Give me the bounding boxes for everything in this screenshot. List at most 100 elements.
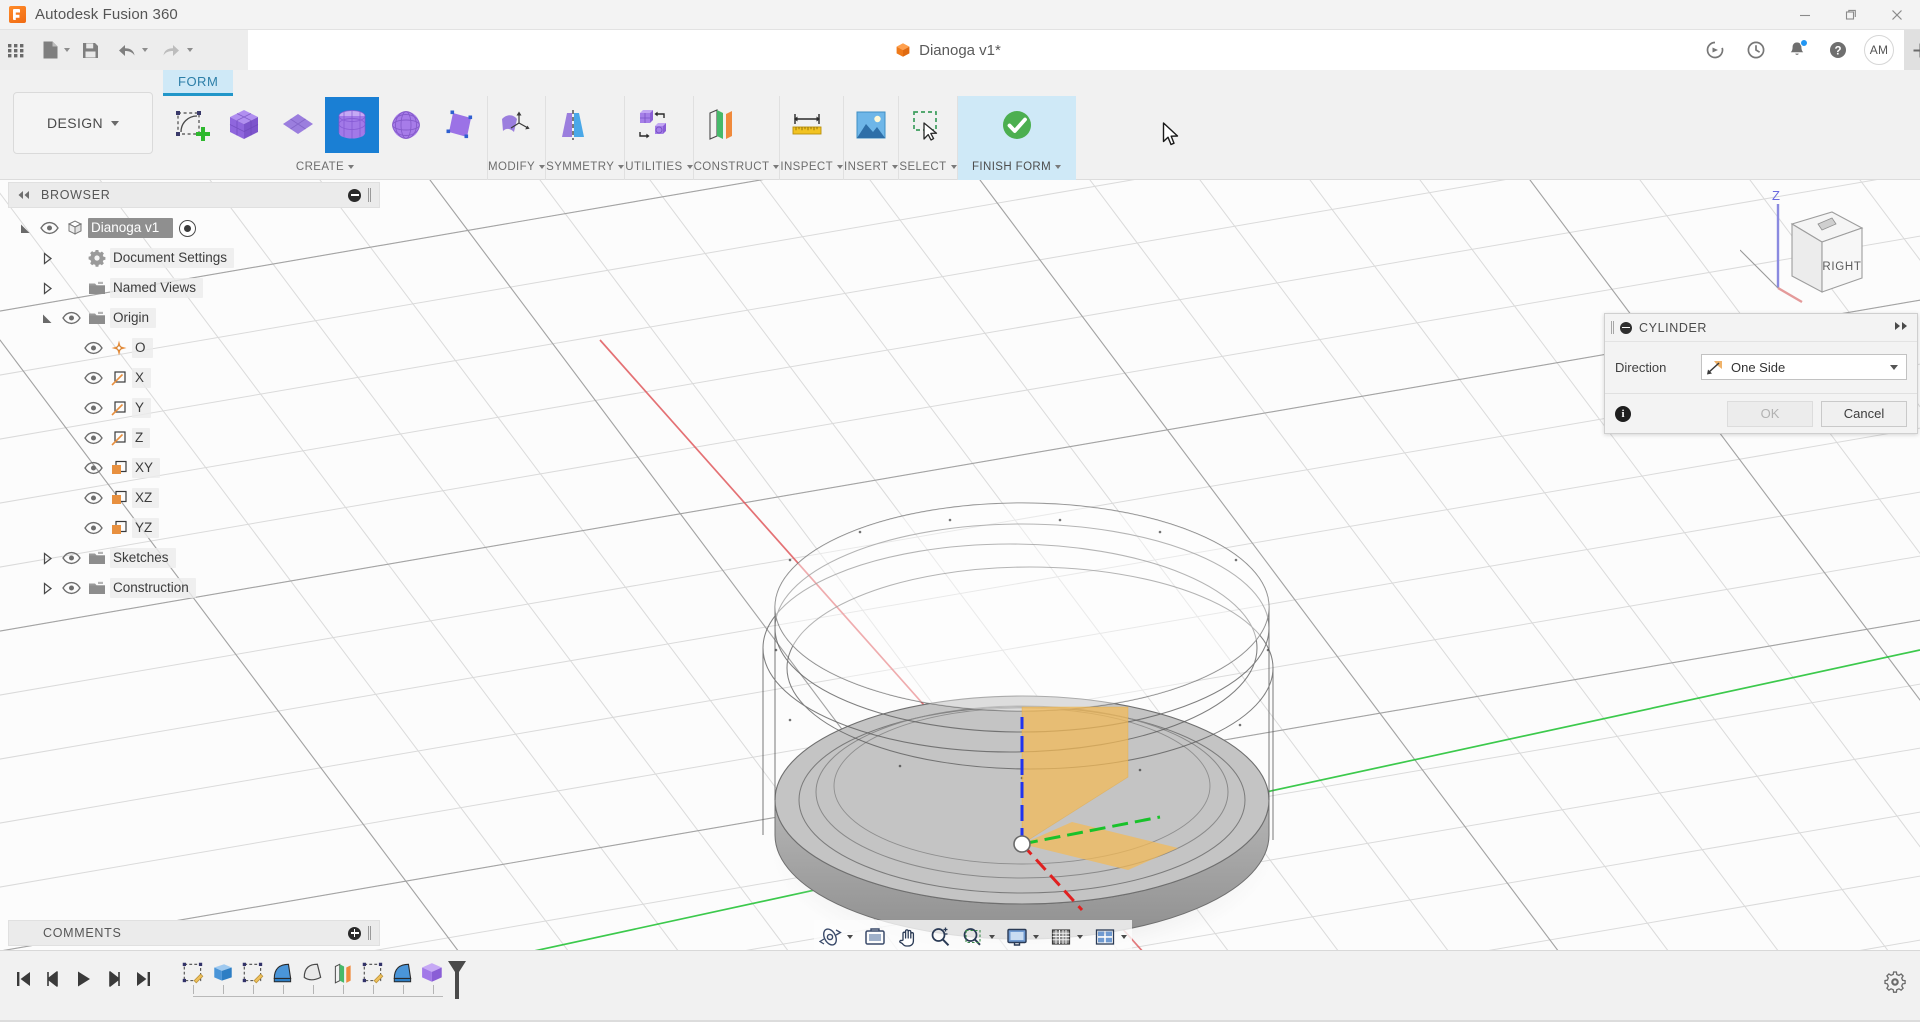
step-back-button[interactable] (38, 963, 68, 995)
redo-arrow-icon[interactable] (152, 30, 197, 70)
add-comment-icon[interactable] (348, 926, 361, 940)
tree-item-sketches[interactable]: Sketches (8, 543, 380, 573)
plane-icon[interactable] (271, 97, 325, 153)
tree-item-named-views[interactable]: Named Views (8, 273, 380, 303)
panel-insert-label[interactable]: INSERT (844, 154, 899, 180)
select-window-icon[interactable] (899, 97, 953, 153)
utilities-convert-icon[interactable] (625, 97, 679, 153)
workspace-selector[interactable]: DESIGN (13, 92, 153, 154)
symmetry-mirror-icon[interactable] (546, 97, 600, 153)
panel-modify-label[interactable]: MODIFY (488, 154, 546, 180)
timeline-feature-sketch-3[interactable] (358, 961, 388, 994)
panel-inspect-label[interactable]: INSPECT (780, 154, 844, 180)
timeline-end-marker[interactable] (444, 959, 470, 1006)
tree-item-document-settings[interactable]: Document Settings (8, 243, 380, 273)
dialog-drag-grip[interactable] (1611, 321, 1614, 334)
notifications-icon[interactable] (1776, 30, 1817, 70)
jump-to-start-button[interactable] (8, 963, 38, 995)
chevron-right-icon[interactable] (36, 251, 58, 265)
help-icon[interactable]: ? (1817, 30, 1858, 70)
grid-apps-icon[interactable] (0, 30, 33, 70)
look-at-icon[interactable] (858, 920, 892, 954)
orbit-icon[interactable] (814, 920, 858, 954)
tab-form[interactable]: FORM (163, 70, 234, 96)
tree-item-yz[interactable]: YZ (8, 513, 380, 543)
ok-button[interactable]: OK (1727, 400, 1813, 427)
panel-resize-grip[interactable] (368, 926, 371, 940)
construct-plane-icon[interactable] (694, 97, 748, 153)
timeline-feature-sketch-2[interactable] (238, 961, 268, 994)
eye-icon[interactable] (80, 401, 106, 415)
tree-item-construction[interactable]: Construction (8, 573, 380, 603)
eye-icon[interactable] (36, 221, 62, 235)
panel-symmetry-label[interactable]: SYMMETRY (546, 154, 625, 180)
close-icon[interactable] (1874, 0, 1920, 30)
minimize-circle-icon[interactable] (1620, 321, 1632, 334)
tree-item-origin[interactable]: Origin (8, 303, 380, 333)
edit-form-icon[interactable] (488, 97, 542, 153)
maximize-icon[interactable] (1828, 0, 1874, 30)
play-button[interactable] (68, 963, 98, 995)
tree-item-z[interactable]: Z (8, 423, 380, 453)
expand-right-icon[interactable] (1893, 321, 1911, 334)
create-form-icon[interactable] (163, 97, 217, 153)
chevron-right-icon[interactable] (36, 551, 58, 565)
avatar[interactable]: AM (1864, 35, 1894, 65)
eye-icon[interactable] (58, 311, 84, 325)
chevron-right-icon[interactable] (36, 581, 58, 595)
cylinder-icon[interactable] (325, 97, 379, 153)
eye-icon[interactable] (80, 341, 106, 355)
timeline-feature-extrude[interactable] (208, 961, 238, 994)
step-forward-button[interactable] (98, 963, 128, 995)
eye-icon[interactable] (58, 581, 84, 595)
jump-to-end-button[interactable] (128, 963, 158, 995)
document-tab[interactable]: Dianoga v1* (248, 30, 1648, 70)
insert-image-icon[interactable] (844, 97, 898, 153)
file-icon[interactable] (33, 30, 74, 70)
tree-item-y[interactable]: Y (8, 393, 380, 423)
eye-icon[interactable] (80, 371, 106, 385)
job-status-icon[interactable] (1694, 30, 1735, 70)
sphere-icon[interactable] (379, 97, 433, 153)
timeline-feature-fillet-2[interactable] (388, 961, 418, 994)
pan-hand-icon[interactable] (892, 920, 924, 954)
comments-panel[interactable]: COMMENTS (8, 920, 380, 946)
collapse-left-icon[interactable] (13, 190, 35, 200)
panel-select-label[interactable]: SELECT (899, 154, 957, 180)
panel-utilities-label[interactable]: UTILITIES (625, 154, 693, 180)
eye-icon[interactable] (80, 491, 106, 505)
eye-icon[interactable] (80, 431, 106, 445)
timeline-feature-sketch[interactable] (178, 961, 208, 994)
tree-item-xy[interactable]: XY (8, 453, 380, 483)
panel-finish-form-label[interactable]: FINISH FORM (957, 154, 1076, 180)
chevron-down-icon[interactable] (14, 222, 36, 235)
green-check-icon[interactable] (957, 97, 1076, 153)
display-settings-icon[interactable] (1000, 920, 1044, 954)
fit-zoom-window-icon[interactable] (956, 920, 1000, 954)
tree-item-dianoga-v1[interactable]: Dianoga v1 (8, 213, 380, 243)
recent-history-icon[interactable] (1735, 30, 1776, 70)
minimize-icon[interactable] (1782, 0, 1828, 30)
quadball-icon[interactable] (433, 97, 487, 153)
timeline-feature-fillet[interactable] (268, 961, 298, 994)
save-floppy-icon[interactable] (74, 30, 107, 70)
info-icon[interactable]: i (1615, 405, 1631, 422)
chevron-down-icon[interactable] (36, 312, 58, 325)
cancel-button[interactable]: Cancel (1821, 400, 1907, 427)
grid-snaps-icon[interactable] (1044, 920, 1088, 954)
undo-arrow-icon[interactable] (107, 30, 152, 70)
activate-component-radio[interactable] (179, 219, 197, 237)
measure-ruler-icon[interactable] (780, 97, 834, 153)
minimize-circle-icon[interactable] (348, 188, 361, 202)
tree-item-o[interactable]: O (8, 333, 380, 363)
tree-item-xz[interactable]: XZ (8, 483, 380, 513)
panel-construct-label[interactable]: CONSTRUCT (694, 154, 780, 180)
direction-select[interactable]: One Side (1701, 354, 1907, 380)
panel-create-label[interactable]: CREATE (163, 154, 487, 180)
chevron-right-icon[interactable] (36, 281, 58, 295)
box-icon[interactable] (217, 97, 271, 153)
view-cube[interactable]: Z RIGHT (1739, 180, 1890, 320)
timeline-feature-shell[interactable] (298, 961, 328, 994)
timeline-feature-plane[interactable] (328, 961, 358, 994)
eye-icon[interactable] (80, 461, 106, 475)
